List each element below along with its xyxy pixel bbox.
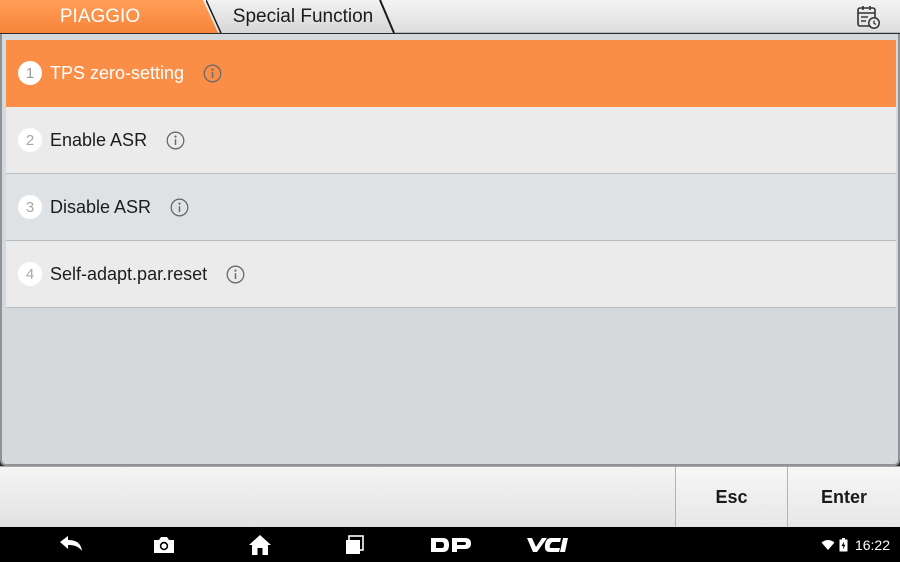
function-item-label: Enable ASR [50,129,148,150]
report-button[interactable] [854,4,882,30]
system-nav-bar: 16:22 [0,527,900,562]
breadcrumb-brand-tab[interactable]: PIAGGIO [0,0,218,33]
enter-button[interactable]: Enter [787,467,900,528]
info-icon[interactable] [166,131,185,150]
recent-apps-icon[interactable] [343,532,367,557]
clock: 16:22 [854,536,890,553]
wifi-icon [821,539,835,550]
item-number-badge: 4 [18,262,42,286]
breadcrumb-function-label: Special Function [232,5,374,27]
info-icon[interactable] [226,265,245,284]
back-icon[interactable] [55,532,85,557]
function-list: 1 TPS zero-setting 2 Enable ASR 3 Disabl… [6,40,896,308]
camera-icon[interactable] [151,532,177,557]
function-item-tps-zero-setting[interactable]: 1 TPS zero-setting [6,40,896,107]
title-bar: PIAGGIO Special Function [0,0,900,33]
item-number-badge: 1 [18,61,42,85]
action-bar: Esc Enter [0,466,900,528]
info-icon[interactable] [203,64,222,83]
function-item-disable-asr[interactable]: 3 Disable ASR [6,174,896,241]
vci-icon[interactable] [525,532,571,557]
function-item-label: TPS zero-setting [50,62,185,83]
function-item-enable-asr[interactable]: 2 Enable ASR [6,107,896,174]
calendar-clock-icon [857,6,880,29]
esc-button[interactable]: Esc [675,467,787,528]
function-item-label: Self-adapt.par.reset [50,263,208,284]
home-icon[interactable] [247,532,273,557]
info-icon[interactable] [170,198,189,217]
function-item-label: Disable ASR [50,196,152,217]
function-list-panel: 1 TPS zero-setting 2 Enable ASR 3 Disabl… [0,34,900,466]
dp-logo-icon[interactable] [430,532,472,557]
battery-icon [839,537,848,551]
breadcrumb-brand-label: PIAGGIO [59,5,141,27]
function-item-self-adapt-par-reset[interactable]: 4 Self-adapt.par.reset [6,241,896,308]
breadcrumb-function-tab[interactable]: Special Function [206,0,394,33]
item-number-badge: 3 [18,195,42,219]
item-number-badge: 2 [18,128,42,152]
status-area: 16:22 [821,527,890,562]
